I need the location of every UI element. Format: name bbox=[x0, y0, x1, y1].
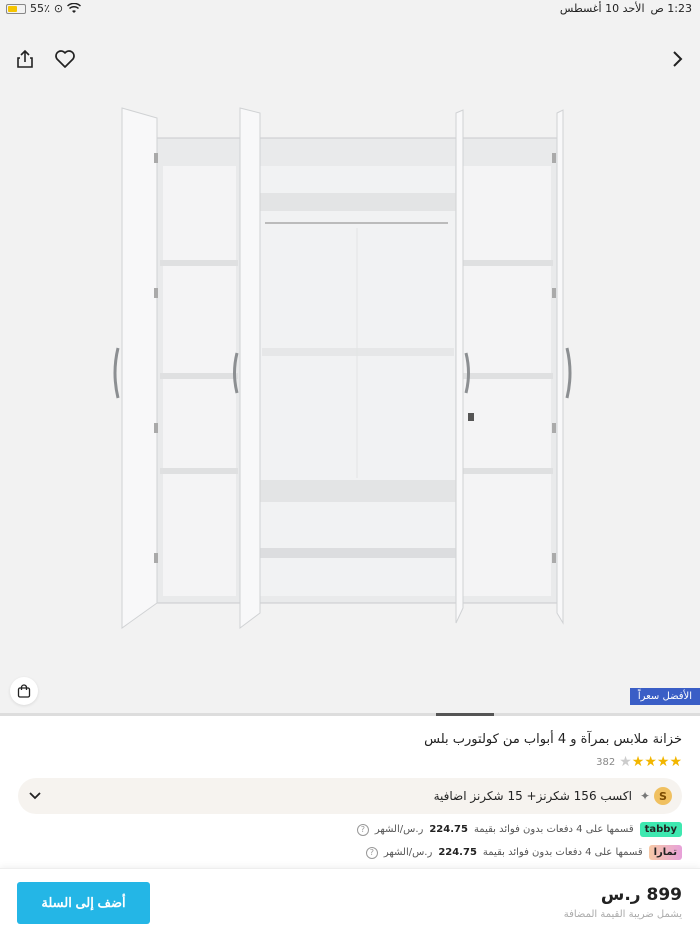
back-button[interactable] bbox=[662, 44, 692, 74]
vat-note: يشمل ضريبة القيمة المضافة bbox=[563, 909, 682, 920]
rewards-bar[interactable]: S ✦ اكسب 156 شكرنز+ 15 شكرنز اضافية bbox=[18, 778, 682, 814]
product-title: خزانة ملابس بمرآة و 4 أبواب من كولتورب ب… bbox=[424, 732, 682, 747]
status-left: 55٪ ⊙ bbox=[6, 2, 82, 15]
status-time: 1:23 ص bbox=[650, 2, 693, 15]
sparkle-icon: ✦ bbox=[639, 789, 650, 803]
tamara-logo: تمارا bbox=[648, 845, 682, 860]
favorite-button[interactable] bbox=[50, 44, 80, 74]
chevron-down-icon[interactable] bbox=[28, 791, 42, 801]
star-icon: ★ bbox=[644, 754, 657, 770]
help-icon[interactable]: ? bbox=[356, 823, 369, 836]
rewards-icons: S ✦ bbox=[640, 787, 672, 805]
coin-icon: S bbox=[654, 787, 672, 805]
orientation-lock-icon: ⊙ bbox=[53, 2, 64, 15]
battery-icon bbox=[6, 3, 26, 14]
star-icon: ★ bbox=[619, 754, 632, 770]
installment-amount: 224.75 bbox=[429, 824, 468, 835]
installment-text: قسمها على 4 دفعات بدون فوائد بقيمة bbox=[482, 847, 643, 858]
installment-unit: ر.س/الشهر bbox=[383, 847, 433, 858]
installment-tamara[interactable]: تمارا قسمها على 4 دفعات بدون فوائد بقيمة… bbox=[365, 845, 682, 860]
rating-stars: ★★★★★ bbox=[619, 754, 682, 770]
chevron-right-icon bbox=[673, 51, 683, 67]
product-price: 899 ر.س bbox=[600, 885, 682, 905]
share-button[interactable] bbox=[10, 44, 40, 74]
image-pager bbox=[0, 713, 700, 716]
bag-icon bbox=[17, 684, 31, 698]
battery-percent: 55٪ bbox=[30, 2, 50, 15]
rating-count: 382 bbox=[596, 756, 616, 768]
rewards-text: اكسب 156 شكرنز+ 15 شكرنز اضافية bbox=[433, 789, 632, 803]
help-icon[interactable]: ? bbox=[365, 846, 378, 859]
image-pager-indicator bbox=[435, 713, 495, 716]
cart-shortcut-button[interactable] bbox=[10, 677, 38, 705]
wifi-icon bbox=[67, 3, 82, 13]
share-icon bbox=[17, 49, 33, 68]
status-right: 1:23 ص الأحد 10 أغسطس bbox=[560, 2, 692, 15]
installment-unit: ر.س/الشهر bbox=[374, 824, 424, 835]
tabby-logo: tabby bbox=[639, 822, 682, 837]
heart-icon bbox=[55, 50, 75, 68]
product-image-gallery[interactable] bbox=[0, 18, 700, 714]
installment-text: قسمها على 4 دفعات بدون فوائد بقيمة bbox=[473, 824, 634, 835]
installment-amount: 224.75 bbox=[438, 847, 477, 858]
product-image bbox=[113, 107, 572, 629]
star-icon: ★ bbox=[669, 754, 682, 770]
star-icon: ★ bbox=[631, 754, 645, 770]
best-price-badge: الأفضل سعراً bbox=[629, 688, 700, 705]
status-bar: 55٪ ⊙ 1:23 ص الأحد 10 أغسطس bbox=[0, 0, 700, 18]
star-icon: ★ bbox=[656, 754, 670, 770]
purchase-bar: أضف إلى السلة 899 ر.س يشمل ضريبة القيمة … bbox=[0, 868, 700, 933]
installment-tabby[interactable]: tabby قسمها على 4 دفعات بدون فوائد بقيمة… bbox=[356, 822, 682, 837]
add-to-cart-button[interactable]: أضف إلى السلة bbox=[17, 882, 150, 924]
product-rating[interactable]: ★★★★★ 382 bbox=[596, 754, 682, 770]
status-date: الأحد 10 أغسطس bbox=[559, 2, 645, 15]
